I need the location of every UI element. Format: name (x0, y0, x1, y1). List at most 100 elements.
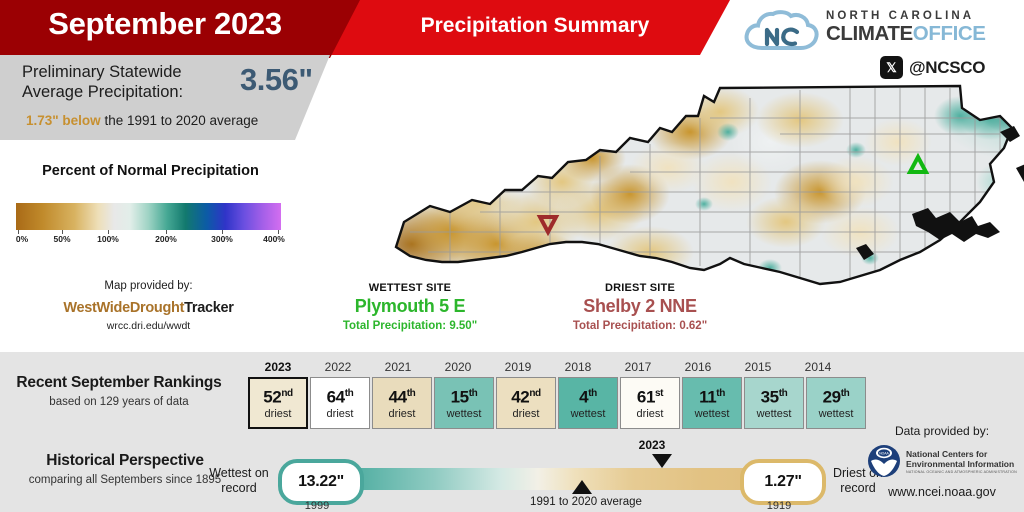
noaa-agency-line2: Environmental Information (906, 458, 1015, 469)
wettest-site-heading: WETTEST SITE (368, 282, 452, 294)
ranking-year-2018: 2018 (564, 360, 592, 374)
ranking-year-2014: 2014 (804, 360, 832, 374)
ranking-box-2021: 44th driest (372, 377, 432, 429)
current-year-marker-label: 2023 (638, 438, 666, 452)
ranking-box-2018: 4th wettest (558, 377, 618, 429)
wettest-record-label: Wettest on record (209, 466, 269, 495)
provider-name-part2: Tracker (184, 300, 234, 316)
logo-climate: CLIMATE (826, 22, 913, 45)
rankings-subtitle: based on 129 years of data (49, 396, 189, 408)
ranking-number: 42nd (511, 387, 541, 407)
ranking-category: wettest (818, 407, 854, 420)
ranking-year-2022: 2022 (324, 360, 352, 374)
map-provider-url[interactable]: wrcc.dri.edu/wwdt (16, 320, 281, 332)
legend-title: Percent of Normal Precipitation (42, 163, 259, 179)
noaa-agency-line1: National Centers for (906, 448, 988, 459)
data-provided-label: Data provided by: (894, 424, 990, 438)
ranking-box-2023: 52nd driest (248, 377, 308, 429)
legend-tick-50: 50% (53, 234, 71, 244)
data-attribution: Data provided by: NOAA National Centers … (862, 424, 1022, 499)
logo-office: OFFICE (912, 22, 986, 45)
ranking-number: 64th (326, 387, 354, 407)
infographic-page: September 2023 Precipitation Summary Pre… (0, 0, 1024, 512)
nc-climate-office-logo[interactable]: NORTH CAROLINA CLIMATEOFFICE (742, 8, 1017, 54)
nc-cloud-icon (744, 10, 819, 50)
statewide-stat-label: Preliminary Statewide Average Precipitat… (22, 63, 184, 101)
ranking-category: wettest (446, 407, 482, 420)
driest-site-total: Total Precipitation: 0.62" (572, 320, 708, 332)
ranking-category: wettest (570, 407, 606, 420)
ranking-number: 61st (636, 387, 664, 407)
ranking-number: 29th (822, 387, 850, 407)
ranking-year-2019: 2019 (504, 360, 532, 374)
wettest-record-value: 13.22" (278, 459, 364, 505)
ranking-year-2023: 2023 (264, 360, 292, 374)
driest-record-year: 1919 (766, 500, 792, 512)
map-provider-label: Map provided by: (104, 280, 193, 292)
rankings-year-row: 2023 2022 2021 2020 2019 2018 2017 2016 2015 2014 (248, 360, 848, 374)
noaa-seal-icon: NOAA (868, 445, 901, 477)
driest-record-value: 1.27" (740, 459, 826, 505)
average-marker-icon (572, 480, 592, 494)
ranking-year-2015: 2015 (744, 360, 772, 374)
wettest-site-name: Plymouth 5 E (354, 296, 466, 316)
legend-tick-300: 300% (211, 234, 233, 244)
logo-line2: CLIMATEOFFICE (826, 23, 986, 45)
svg-text:NOAA: NOAA (879, 452, 889, 456)
ranking-box-2017: 61st driest (620, 377, 680, 429)
noaa-agency-line3: NATIONAL OCEANIC AND ATMOSPHERIC ADMINIS… (906, 469, 1017, 474)
ranking-category: driest (512, 407, 540, 420)
ranking-category: wettest (694, 407, 730, 420)
ranking-year-2020: 2020 (444, 360, 472, 374)
departure-baseline: the 1991 to 2020 average (100, 113, 259, 128)
wettest-site-callout: WETTEST SITE Plymouth 5 E Total Precipit… (295, 282, 525, 332)
ranking-category: driest (264, 407, 292, 420)
ranking-number: 35th (760, 387, 788, 407)
ranking-category: wettest (756, 407, 792, 420)
page-title: September 2023 (48, 6, 282, 41)
ranking-year-2021: 2021 (384, 360, 412, 374)
rankings-title: Recent September Rankings (16, 374, 222, 391)
historical-scale: Wettest on record 13.22" 1999 1.27" 1919… (209, 438, 883, 512)
driest-site-heading: DRIEST SITE (604, 282, 676, 294)
ranking-box-2014: 29th wettest (806, 377, 866, 429)
rankings-box-row: 52nd driest 64th driest 44th driest 15th wettes… (248, 377, 866, 429)
driest-site-name: Shelby 2 NNE (583, 296, 697, 316)
ranking-box-2020: 15th wettest (434, 377, 494, 429)
ranking-category: driest (388, 407, 416, 420)
average-marker-label: 1991 to 2020 average (530, 496, 642, 508)
noaa-url[interactable]: www.ncei.noaa.gov (862, 485, 1022, 499)
provider-name-part1: WestWideDrought (63, 300, 185, 316)
current-year-marker-icon (652, 454, 672, 468)
noaa-agency-text: National Centers for Environmental Infor… (906, 449, 1017, 474)
ranking-category: driest (636, 407, 664, 420)
ranking-year-2017: 2017 (624, 360, 652, 374)
ranking-year-2016: 2016 (684, 360, 712, 374)
map-provider-name[interactable]: WestWideDroughtTracker (16, 300, 281, 316)
statewide-departure: 1.73" below the 1991 to 2020 average (26, 113, 258, 128)
ranking-box-2022: 64th driest (310, 377, 370, 429)
ranking-box-2016: 11th wettest (682, 377, 742, 429)
historical-gradient-bar (303, 468, 773, 490)
wettest-site-total: Total Precipitation: 9.50" (342, 320, 478, 332)
departure-amount: 1.73" below (26, 113, 101, 128)
legend-tick-200: 200% (155, 234, 177, 244)
ranking-category: driest (326, 407, 354, 420)
legend-colorbar (16, 203, 281, 230)
noaa-logo-row: NOAA National Centers for Environmental … (862, 444, 1022, 478)
ranking-box-2019: 42nd driest (496, 377, 556, 429)
legend-tick-400: 400% (263, 234, 285, 244)
legend-tick-labels: 0% 50% 100% 200% 300% 400% (15, 230, 285, 246)
logo-text: NORTH CAROLINA CLIMATEOFFICE (826, 10, 986, 45)
ranking-number: 11th (699, 387, 725, 407)
driest-site-callout: DRIEST SITE Shelby 2 NNE Total Precipita… (525, 282, 755, 332)
ranking-number: 15th (450, 387, 478, 407)
ranking-number: 44th (388, 387, 416, 407)
legend-tick-0: 0% (15, 234, 29, 244)
ranking-number: 52nd (263, 387, 293, 407)
legend-tick-100: 100% (97, 234, 119, 244)
page-subtitle: Precipitation Summary (420, 14, 650, 37)
ranking-box-2015: 35th wettest (744, 377, 804, 429)
wettest-record-year: 1999 (304, 500, 330, 512)
ranking-number: 4th (579, 387, 597, 407)
